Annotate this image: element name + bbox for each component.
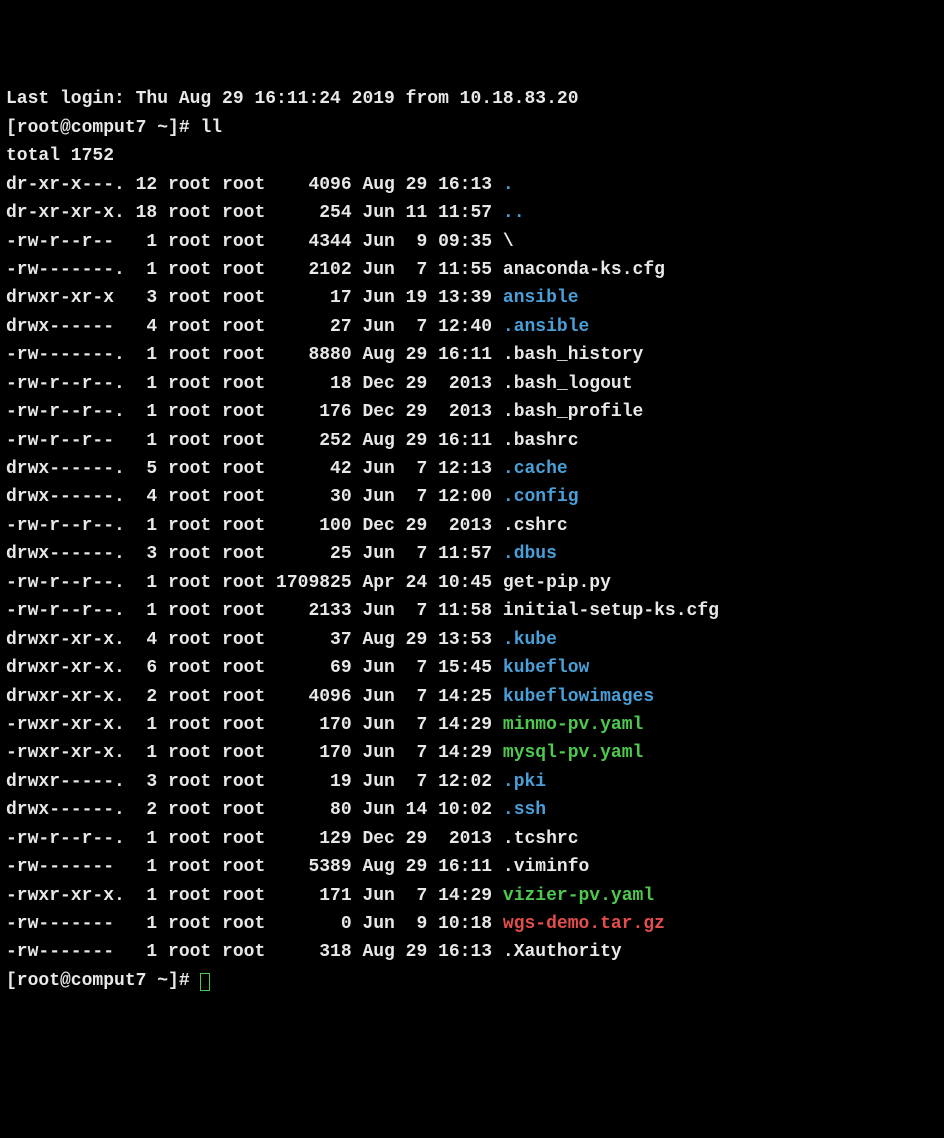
listing-row: -rw-r--r-- 1 root root 252 Aug 29 16:11 … (6, 427, 938, 455)
prompt-line: [root@comput7 ~]# ll (6, 114, 938, 142)
listing-row: dr-xr-xr-x. 18 root root 254 Jun 11 11:5… (6, 199, 938, 227)
file-meta: dr-xr-x---. 12 root root 4096 Aug 29 16:… (6, 175, 503, 195)
listing-row: drwx------ 4 root root 27 Jun 7 12:40 .a… (6, 313, 938, 341)
file-meta: -rw-r--r--. 1 root root 18 Dec 29 2013 (6, 374, 503, 394)
shell-prompt: [root@comput7 ~]# (6, 118, 200, 138)
file-meta: -rwxr-xr-x. 1 root root 171 Jun 7 14:29 (6, 886, 503, 906)
listing-row: drwx------. 5 root root 42 Jun 7 12:13 .… (6, 455, 938, 483)
file-meta: drwxr-----. 3 root root 19 Jun 7 12:02 (6, 772, 503, 792)
file-meta: -rwxr-xr-x. 1 root root 170 Jun 7 14:29 (6, 743, 503, 763)
file-meta: -rw-------. 1 root root 8880 Aug 29 16:1… (6, 345, 503, 365)
file-meta: drwx------. 4 root root 30 Jun 7 12:00 (6, 487, 503, 507)
command: ll (200, 118, 222, 138)
listing-row: -rw-------. 1 root root 2102 Jun 7 11:55… (6, 256, 938, 284)
listing-row: dr-xr-x---. 12 root root 4096 Aug 29 16:… (6, 171, 938, 199)
file-name: .ssh (503, 800, 546, 820)
file-meta: -rw-r--r--. 1 root root 100 Dec 29 2013 (6, 516, 503, 536)
listing-row: -rw-r--r--. 1 root root 2133 Jun 7 11:58… (6, 597, 938, 625)
shell-prompt: [root@comput7 ~]# (6, 971, 200, 991)
file-name: get-pip.py (503, 573, 611, 593)
listing-row: -rw-r--r--. 1 root root 18 Dec 29 2013 .… (6, 370, 938, 398)
file-meta: -rw-r--r-- 1 root root 4344 Jun 9 09:35 (6, 232, 503, 252)
file-meta: drwx------ 4 root root 27 Jun 7 12:40 (6, 317, 503, 337)
listing-row: -rw------- 1 root root 5389 Aug 29 16:11… (6, 853, 938, 881)
file-meta: drwxr-xr-x. 4 root root 37 Aug 29 13:53 (6, 630, 503, 650)
file-name: initial-setup-ks.cfg (503, 601, 719, 621)
cursor-icon (200, 973, 210, 991)
listing-row: -rw-r--r--. 1 root root 176 Dec 29 2013 … (6, 398, 938, 426)
file-meta: -rwxr-xr-x. 1 root root 170 Jun 7 14:29 (6, 715, 503, 735)
file-name: .dbus (503, 544, 557, 564)
file-meta: drwx------. 3 root root 25 Jun 7 11:57 (6, 544, 503, 564)
listing-row: -rwxr-xr-x. 1 root root 170 Jun 7 14:29 … (6, 739, 938, 767)
file-name: .bashrc (503, 431, 579, 451)
listing-row: drwxr-----. 3 root root 19 Jun 7 12:02 .… (6, 768, 938, 796)
file-meta: -rw-r--r--. 1 root root 176 Dec 29 2013 (6, 402, 503, 422)
file-meta: drwx------. 5 root root 42 Jun 7 12:13 (6, 459, 503, 479)
file-name: .cache (503, 459, 568, 479)
listing-row: drwxr-xr-x. 2 root root 4096 Jun 7 14:25… (6, 683, 938, 711)
file-name: wgs-demo.tar.gz (503, 914, 665, 934)
listing-row: -rwxr-xr-x. 1 root root 171 Jun 7 14:29 … (6, 882, 938, 910)
file-meta: -rw------- 1 root root 318 Aug 29 16:13 (6, 942, 503, 962)
total-line: total 1752 (6, 142, 938, 170)
file-name: .Xauthority (503, 942, 622, 962)
file-meta: drwx------. 2 root root 80 Jun 14 10:02 (6, 800, 503, 820)
listing-row: -rw------- 1 root root 318 Aug 29 16:13 … (6, 938, 938, 966)
file-name: .viminfo (503, 857, 589, 877)
file-meta: -rw-r--r--. 1 root root 1709825 Apr 24 1… (6, 573, 503, 593)
file-name: .. (503, 203, 525, 223)
listing-row: -rw-r--r--. 1 root root 100 Dec 29 2013 … (6, 512, 938, 540)
listing-row: -rw-------. 1 root root 8880 Aug 29 16:1… (6, 341, 938, 369)
listing-row: drwx------. 2 root root 80 Jun 14 10:02 … (6, 796, 938, 824)
file-name: .bash_history (503, 345, 643, 365)
file-name: .tcshrc (503, 829, 579, 849)
listing-row: -rw-r--r--. 1 root root 129 Dec 29 2013 … (6, 825, 938, 853)
file-name: .kube (503, 630, 557, 650)
listing-row: drwxr-xr-x 3 root root 17 Jun 19 13:39 a… (6, 284, 938, 312)
file-name: .bash_profile (503, 402, 643, 422)
file-name: .bash_logout (503, 374, 633, 394)
file-meta: -rw------- 1 root root 5389 Aug 29 16:11 (6, 857, 503, 877)
file-name: vizier-pv.yaml (503, 886, 654, 906)
file-name: .pki (503, 772, 546, 792)
file-name: anaconda-ks.cfg (503, 260, 665, 280)
listing-row: -rw------- 1 root root 0 Jun 9 10:18 wgs… (6, 910, 938, 938)
file-meta: -rw------- 1 root root 0 Jun 9 10:18 (6, 914, 503, 934)
terminal-output[interactable]: Last login: Thu Aug 29 16:11:24 2019 fro… (6, 85, 938, 995)
file-meta: drwxr-xr-x. 6 root root 69 Jun 7 15:45 (6, 658, 503, 678)
listing-row: drwx------. 3 root root 25 Jun 7 11:57 .… (6, 540, 938, 568)
file-name: minmo-pv.yaml (503, 715, 643, 735)
listing-row: drwx------. 4 root root 30 Jun 7 12:00 .… (6, 483, 938, 511)
file-name: .ansible (503, 317, 589, 337)
file-meta: dr-xr-xr-x. 18 root root 254 Jun 11 11:5… (6, 203, 503, 223)
file-meta: drwxr-xr-x. 2 root root 4096 Jun 7 14:25 (6, 687, 503, 707)
listing-row: drwxr-xr-x. 4 root root 37 Aug 29 13:53 … (6, 626, 938, 654)
listing-row: -rwxr-xr-x. 1 root root 170 Jun 7 14:29 … (6, 711, 938, 739)
file-meta: -rw-r--r-- 1 root root 252 Aug 29 16:11 (6, 431, 503, 451)
file-name: .cshrc (503, 516, 568, 536)
file-name: \ (503, 232, 514, 252)
file-name: kubeflowimages (503, 687, 654, 707)
file-name: mysql-pv.yaml (503, 743, 643, 763)
file-name: ansible (503, 288, 579, 308)
listing-row: -rw-r--r--. 1 root root 1709825 Apr 24 1… (6, 569, 938, 597)
listing-row: -rw-r--r-- 1 root root 4344 Jun 9 09:35 … (6, 228, 938, 256)
file-name: . (503, 175, 514, 195)
file-name: kubeflow (503, 658, 589, 678)
file-meta: -rw-------. 1 root root 2102 Jun 7 11:55 (6, 260, 503, 280)
file-meta: -rw-r--r--. 1 root root 129 Dec 29 2013 (6, 829, 503, 849)
listing-row: drwxr-xr-x. 6 root root 69 Jun 7 15:45 k… (6, 654, 938, 682)
file-meta: drwxr-xr-x 3 root root 17 Jun 19 13:39 (6, 288, 503, 308)
file-name: .config (503, 487, 579, 507)
file-meta: -rw-r--r--. 1 root root 2133 Jun 7 11:58 (6, 601, 503, 621)
last-login-line: Last login: Thu Aug 29 16:11:24 2019 fro… (6, 85, 938, 113)
prompt-line[interactable]: [root@comput7 ~]# (6, 967, 938, 995)
